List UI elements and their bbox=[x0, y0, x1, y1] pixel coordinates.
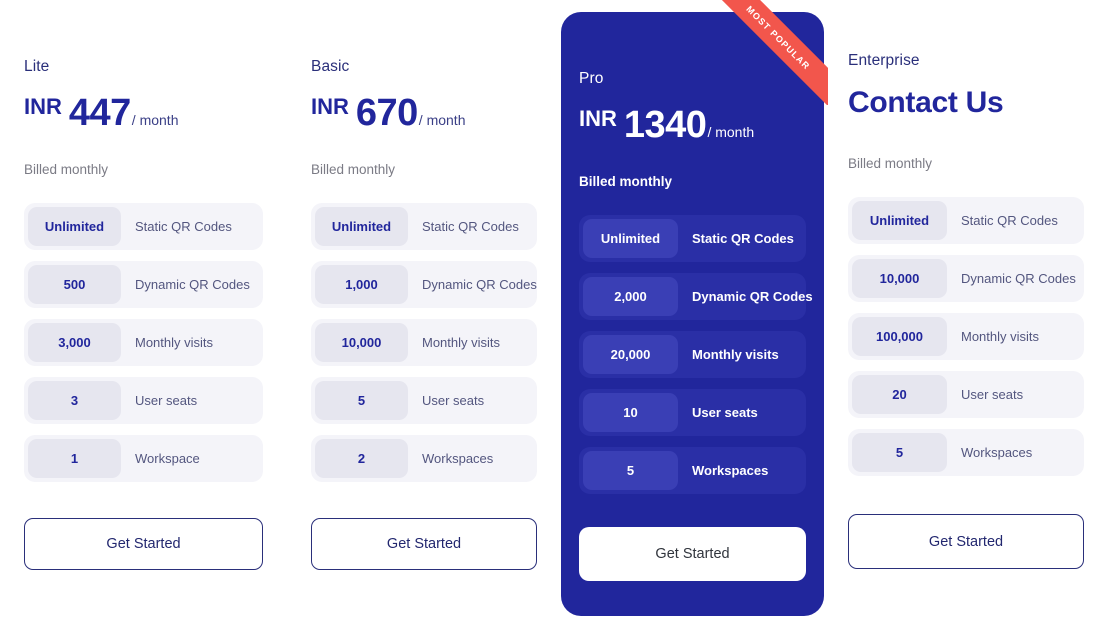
feature-label: Workspaces bbox=[422, 451, 494, 466]
feature-label: User seats bbox=[422, 393, 485, 408]
feature-value: 10,000 bbox=[315, 323, 408, 362]
feature-value: Unlimited bbox=[583, 219, 678, 258]
plan-name-lite: Lite bbox=[24, 58, 50, 75]
feature-list-enterprise: Unlimited Static QR Codes 10,000 Dynamic… bbox=[848, 197, 1084, 476]
feature-row: 2,000 Dynamic QR Codes bbox=[579, 273, 813, 320]
feature-label: User seats bbox=[961, 387, 1024, 402]
feature-label: Static QR Codes bbox=[961, 213, 1058, 228]
plan-price-lite: INR 447 / month bbox=[24, 94, 263, 138]
plan-name-basic: Basic bbox=[311, 58, 350, 75]
feature-value: 10,000 bbox=[852, 259, 947, 298]
feature-row: 10,000 Monthly visits bbox=[311, 319, 537, 366]
feature-row: 100,000 Monthly visits bbox=[848, 313, 1084, 360]
pricing-card-lite: Lite INR 447 / month Billed monthly Unli… bbox=[0, 0, 287, 570]
billing-note: Billed monthly bbox=[311, 162, 396, 177]
price-period: / month bbox=[418, 112, 466, 128]
plan-name-pro: Pro bbox=[579, 70, 604, 87]
feature-value: 500 bbox=[28, 265, 121, 304]
pricing-plans-grid: Lite INR 447 / month Billed monthly Unli… bbox=[0, 0, 1108, 633]
feature-row: Unlimited Static QR Codes bbox=[579, 215, 806, 262]
feature-row: 3,000 Monthly visits bbox=[24, 319, 263, 366]
billing-note: Billed monthly bbox=[848, 156, 933, 171]
feature-row: 1 Workspace bbox=[24, 435, 263, 482]
feature-value: 3 bbox=[28, 381, 121, 420]
feature-row: 5 Workspaces bbox=[848, 429, 1084, 476]
feature-row: 1,000 Dynamic QR Codes bbox=[311, 261, 537, 308]
feature-label: Static QR Codes bbox=[692, 231, 794, 246]
feature-label: Dynamic QR Codes bbox=[961, 271, 1076, 286]
feature-row: 3 User seats bbox=[24, 377, 263, 424]
feature-value: 20,000 bbox=[583, 335, 678, 374]
feature-label: Dynamic QR Codes bbox=[135, 277, 250, 292]
feature-label: Monthly visits bbox=[961, 329, 1040, 344]
billing-note: Billed monthly bbox=[24, 162, 109, 177]
feature-label: Static QR Codes bbox=[422, 219, 519, 234]
feature-row: 2 Workspaces bbox=[311, 435, 537, 482]
feature-label: Monthly visits bbox=[422, 335, 501, 350]
feature-row: 500 Dynamic QR Codes bbox=[24, 261, 263, 308]
feature-row: Unlimited Static QR Codes bbox=[848, 197, 1084, 244]
feature-row: 10,000 Dynamic QR Codes bbox=[848, 255, 1084, 302]
feature-row: 20,000 Monthly visits bbox=[579, 331, 806, 378]
feature-label: Workspaces bbox=[961, 445, 1033, 460]
feature-value: 5 bbox=[583, 451, 678, 490]
feature-value: 1,000 bbox=[315, 265, 408, 304]
plan-price-enterprise: Contact Us bbox=[848, 88, 1084, 132]
feature-value: Unlimited bbox=[315, 207, 408, 246]
feature-value: 5 bbox=[315, 381, 408, 420]
feature-list-basic: Unlimited Static QR Codes 1,000 Dynamic … bbox=[311, 203, 537, 482]
get-started-button-lite[interactable]: Get Started bbox=[24, 518, 263, 570]
currency-label: INR bbox=[24, 94, 62, 119]
feature-value: 3,000 bbox=[28, 323, 121, 362]
feature-label: Dynamic QR Codes bbox=[422, 277, 537, 292]
feature-list-pro: Unlimited Static QR Codes 2,000 Dynamic … bbox=[579, 215, 813, 494]
plan-price-pro: INR 1340 / month bbox=[579, 106, 806, 150]
feature-label: User seats bbox=[692, 405, 758, 420]
price-amount: 670 bbox=[355, 92, 418, 134]
price-amount: 447 bbox=[68, 92, 131, 134]
feature-value: 1 bbox=[28, 439, 121, 478]
feature-row: 20 User seats bbox=[848, 371, 1084, 418]
pricing-card-pro: Pro INR 1340 / month Billed monthly Unli… bbox=[561, 12, 824, 616]
feature-value: 2,000 bbox=[583, 277, 678, 316]
get-started-button-pro[interactable]: Get Started bbox=[579, 527, 806, 581]
feature-row: Unlimited Static QR Codes bbox=[311, 203, 537, 250]
feature-value: Unlimited bbox=[28, 207, 121, 246]
feature-value: 10 bbox=[583, 393, 678, 432]
get-started-button-enterprise[interactable]: Get Started bbox=[848, 514, 1084, 569]
currency-label: INR bbox=[311, 94, 349, 119]
feature-value: 20 bbox=[852, 375, 947, 414]
feature-row: 5 User seats bbox=[311, 377, 537, 424]
get-started-button-basic[interactable]: Get Started bbox=[311, 518, 537, 570]
pricing-card-enterprise: Enterprise Contact Us Billed monthly Unl… bbox=[824, 0, 1108, 569]
feature-value: 5 bbox=[852, 433, 947, 472]
feature-label: Dynamic QR Codes bbox=[692, 289, 813, 304]
feature-value: 2 bbox=[315, 439, 408, 478]
feature-row: 10 User seats bbox=[579, 389, 806, 436]
feature-list-lite: Unlimited Static QR Codes 500 Dynamic QR… bbox=[24, 203, 263, 482]
billing-note: Billed monthly bbox=[579, 174, 673, 189]
feature-row: Unlimited Static QR Codes bbox=[24, 203, 263, 250]
feature-label: User seats bbox=[135, 393, 198, 408]
pricing-card-basic: Basic INR 670 / month Billed monthly Unl… bbox=[287, 0, 561, 570]
feature-label: Workspaces bbox=[692, 463, 769, 478]
feature-label: Static QR Codes bbox=[135, 219, 232, 234]
plan-price-basic: INR 670 / month bbox=[311, 94, 537, 138]
feature-value: Unlimited bbox=[852, 201, 947, 240]
feature-label: Workspace bbox=[135, 451, 200, 466]
contact-us-label: Contact Us bbox=[848, 86, 1004, 119]
plan-name-enterprise: Enterprise bbox=[848, 52, 920, 69]
feature-label: Monthly visits bbox=[692, 347, 779, 362]
price-amount: 1340 bbox=[623, 104, 707, 146]
price-period: / month bbox=[707, 124, 755, 140]
price-period: / month bbox=[131, 112, 179, 128]
feature-row: 5 Workspaces bbox=[579, 447, 806, 494]
feature-value: 100,000 bbox=[852, 317, 947, 356]
currency-label: INR bbox=[579, 106, 617, 131]
feature-label: Monthly visits bbox=[135, 335, 214, 350]
